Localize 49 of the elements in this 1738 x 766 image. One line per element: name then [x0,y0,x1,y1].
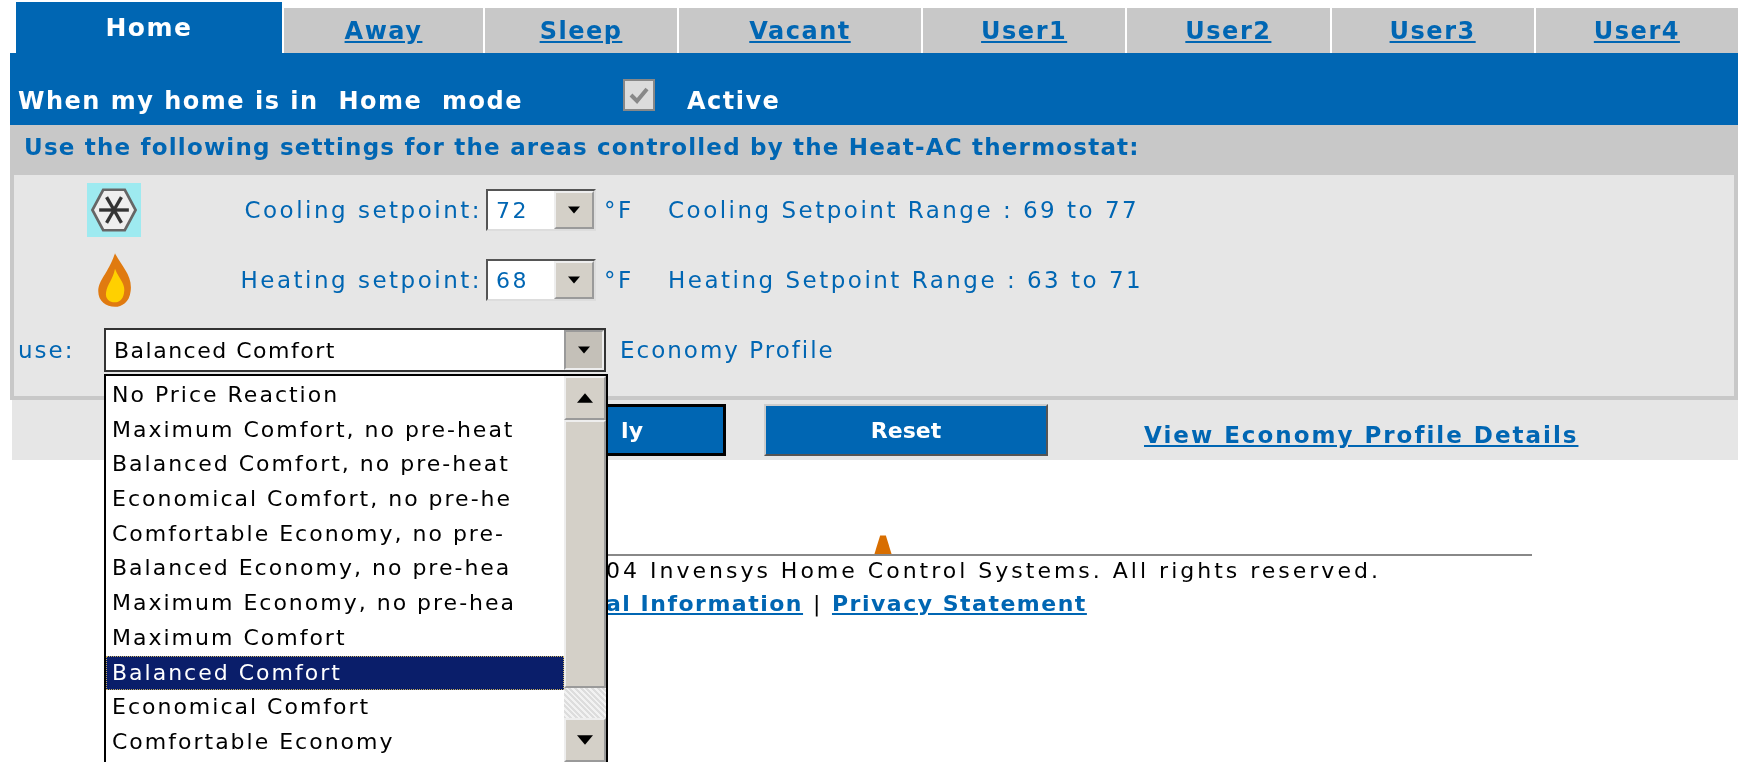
dropdown-option[interactable]: Comfortable Economy [106,724,564,760]
caret-icon [568,206,580,214]
tab[interactable]: User3 [1331,8,1534,53]
caret-icon [578,346,590,354]
setpoint-dropdown[interactable]: 68 [486,259,596,301]
dropdown-menu[interactable] [104,374,608,762]
separator: | [813,591,822,616]
tab[interactable]: Vacant [679,8,921,53]
setpoint-label: Cooling setpoint: [243,197,482,223]
panel-heading: Use the following settings for the areas controlled by the Heat-AC thermostat: [14,125,1734,175]
dropdown-option[interactable]: Maximum Economy, no pre-hea [106,586,564,621]
mode-text: When my home is in Home mode [18,87,523,115]
caret-icon [577,735,593,745]
setpoint-range: Heating Setpoint Range : 63 to 71 [668,267,1144,293]
profile-label: use: [17,337,76,363]
setpoint-range: Cooling Setpoint Range : 69 to 77 [668,197,1140,223]
dropdown-option[interactable]: Balanced Economy, no pre-hea [106,551,564,587]
tab[interactable]: Sleep [485,8,677,53]
scrollbar-thumb[interactable] [564,420,606,688]
scrollbar[interactable] [564,376,606,762]
copyright-text: 04 Invensys Home Control Systems. All rights reserved. [606,558,1382,583]
unit-label: °F [604,267,635,293]
tab[interactable]: User4 [1535,8,1738,53]
dropdown-option[interactable]: Balanced Comfort [106,655,564,691]
profile-caption: Economy Profile [620,337,835,363]
unit-label: °F [604,197,635,223]
up-arrow-icon [577,393,593,403]
form-button[interactable]: Reset [764,404,1048,456]
scroll-up-button[interactable] [564,376,606,420]
dropdown-option[interactable]: Maximum Comfort [106,620,564,656]
details-link[interactable]: View Economy Profile Details [1144,422,1579,448]
active-label: Active [686,87,781,115]
tab[interactable]: User2 [1127,8,1330,53]
profile-dropdown[interactable]: Balanced Comfort [104,328,606,372]
tab[interactable]: Home [16,2,282,53]
caret-icon [568,276,580,284]
scrollbar-track[interactable] [564,688,606,718]
setpoint-dropdown[interactable]: 72 [486,189,596,231]
scroll-down-button[interactable] [564,718,606,762]
privacy-link[interactable]: Privacy Statement [831,591,1087,616]
dropdown-option[interactable]: Economical Comfort, no pre-he [106,482,564,517]
setpoint-label: Heating setpoint: [239,267,482,293]
triangle-icon [874,534,892,554]
tab[interactable]: User1 [923,8,1126,53]
snowflake-icon [84,183,144,237]
active-checkbox[interactable] [622,79,655,111]
dropdown-option[interactable]: Economical Comfort [106,690,564,725]
tab[interactable]: Away [284,8,483,53]
dropdown-option[interactable]: Comfortable Economy, no pre- [106,516,564,552]
